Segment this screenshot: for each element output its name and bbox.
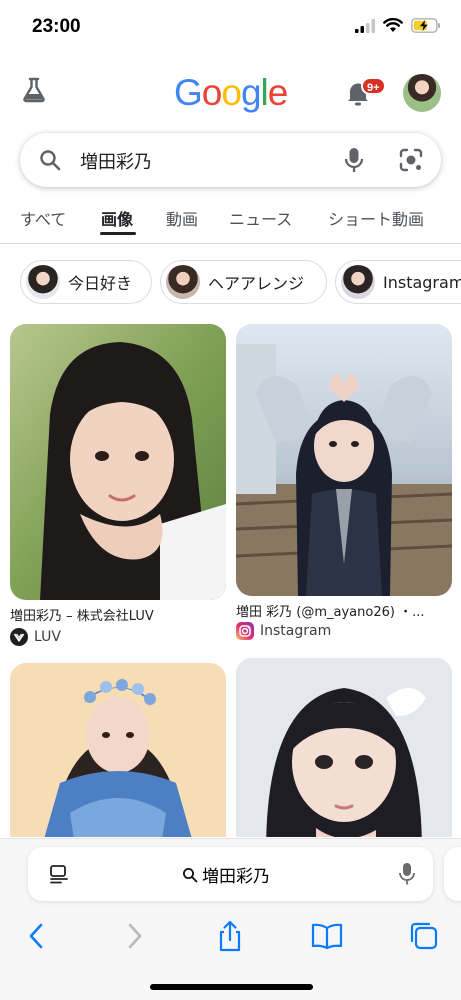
labs-flask-icon[interactable] <box>20 76 48 104</box>
logo-letter: o <box>201 72 223 113</box>
search-type-tabs: すべて 画像 動画 ニュース ショート動画 <box>0 198 461 244</box>
logo-letter: G <box>174 72 203 113</box>
logo-letter: g <box>240 72 262 113</box>
battery-charging-icon <box>411 18 440 33</box>
wifi-icon <box>383 18 403 32</box>
home-indicator <box>150 984 313 990</box>
result-title[interactable]: 増田 彩乃 (@m_ayano26) ・... <box>236 601 452 620</box>
tab-videos[interactable]: 動画 <box>166 206 198 230</box>
chip-thumbnail <box>341 265 375 299</box>
result-source-name: Instagram <box>260 623 332 639</box>
voice-search-icon[interactable] <box>343 146 365 174</box>
portrait-photo <box>236 658 452 837</box>
active-tab-indicator <box>100 232 136 235</box>
browser-bottom-bar: 増田彩乃 <box>0 838 461 1000</box>
luv-logo-icon <box>10 628 28 646</box>
result-source[interactable]: Instagram <box>236 622 331 640</box>
address-text: 増田彩乃 <box>202 867 270 887</box>
chip-thumbnail <box>166 265 200 299</box>
portrait-photo <box>10 663 226 837</box>
logo-letter: l <box>260 72 269 113</box>
search-box[interactable]: 増田彩乃 <box>20 133 441 187</box>
tab-all[interactable]: すべて <box>20 206 66 230</box>
next-tab-peek[interactable] <box>444 847 461 901</box>
account-avatar[interactable] <box>403 74 441 112</box>
chip-label: 今日好き <box>68 274 133 293</box>
result-image[interactable] <box>10 663 226 837</box>
cellular-signal-icon <box>355 18 375 33</box>
page-menu-icon[interactable] <box>48 863 70 885</box>
chip-instagram[interactable]: Instagram <box>335 260 461 304</box>
result-title[interactable]: 増田彩乃 – 株式会社LUV <box>10 605 226 624</box>
filter-chips: 今日好き ヘアアレンジ Instagram <box>0 260 461 306</box>
share-icon[interactable] <box>213 919 247 953</box>
tab-news[interactable]: ニュース <box>229 206 292 230</box>
logo-letter: o <box>221 72 242 113</box>
bookmarks-book-icon[interactable] <box>310 919 344 953</box>
tab-short-videos[interactable]: ショート動画 <box>328 206 424 230</box>
lens-camera-icon[interactable] <box>398 147 424 173</box>
tab-images[interactable]: 画像 <box>101 206 133 230</box>
result-image[interactable] <box>10 324 226 600</box>
portrait-photo <box>10 324 226 600</box>
search-icon <box>183 867 198 882</box>
dictation-mic-icon[interactable] <box>398 861 416 887</box>
portrait-photo <box>236 324 452 596</box>
search-query[interactable]: 増田彩乃 <box>80 148 152 174</box>
instagram-logo-icon <box>236 622 254 640</box>
chip-label: ヘアアレンジ <box>208 274 305 293</box>
result-image[interactable] <box>236 658 452 837</box>
google-logo[interactable]: Google <box>174 72 289 114</box>
chip-hair-arrange[interactable]: ヘアアレンジ <box>160 260 327 304</box>
result-image[interactable] <box>236 324 452 596</box>
status-time: 23:00 <box>32 16 81 37</box>
address-content: 増田彩乃 <box>182 862 270 887</box>
chip-thumbnail <box>26 265 60 299</box>
image-results-grid: 増田彩乃 – 株式会社LUV LUV 増田 彩乃 (@m_ayano26) ・.… <box>0 322 461 837</box>
search-icon <box>40 150 61 171</box>
result-source[interactable]: LUV <box>10 628 61 646</box>
tabs-overview-icon[interactable] <box>407 919 441 953</box>
google-header: Google 9+ <box>0 66 461 122</box>
forward-chevron-icon[interactable] <box>117 919 151 953</box>
result-source-name: LUV <box>34 629 61 645</box>
status-icons <box>355 18 441 33</box>
notification-badge: 9+ <box>361 77 386 95</box>
status-bar: 23:00 <box>0 0 461 56</box>
logo-letter: e <box>267 72 289 113</box>
back-chevron-icon[interactable] <box>20 919 54 953</box>
address-bar[interactable]: 増田彩乃 <box>28 847 433 901</box>
chip-kyou-suki[interactable]: 今日好き <box>20 260 152 304</box>
chip-label: Instagram <box>383 272 461 292</box>
